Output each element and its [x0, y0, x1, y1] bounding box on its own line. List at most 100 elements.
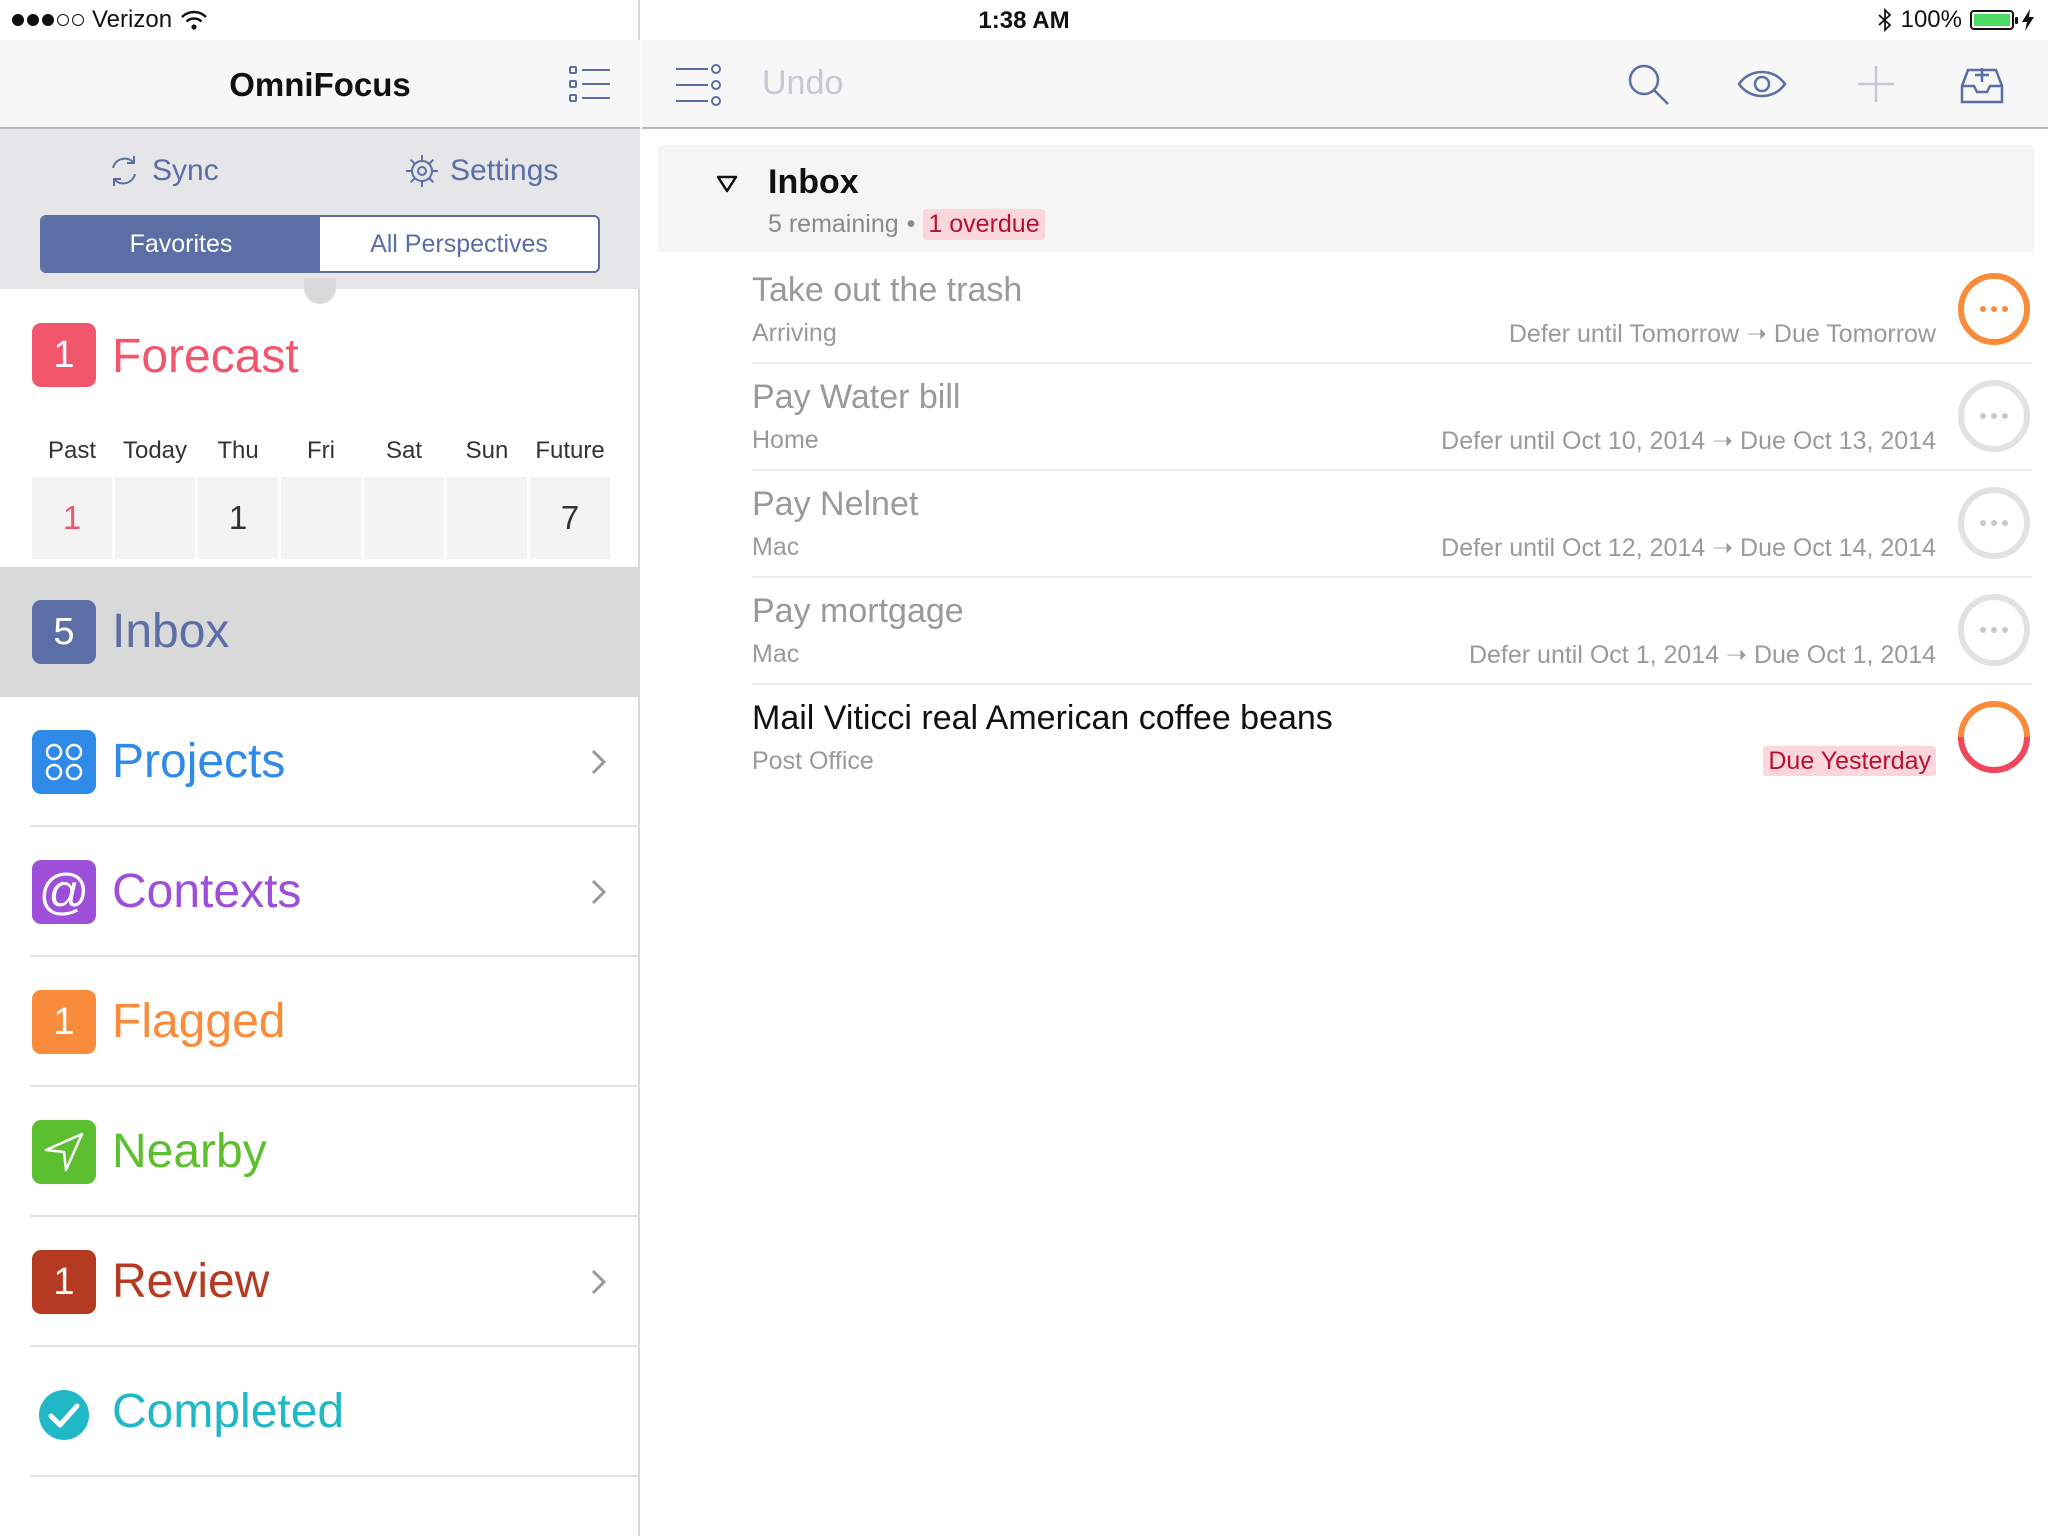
- task-dates: Defer until Oct 10, 2014 ➝ Due Oct 13, 2…: [1441, 427, 1936, 455]
- task-context: Post Office: [752, 747, 874, 775]
- task-title: Pay mortgage: [752, 592, 964, 630]
- forecast-day-future[interactable]: Future 7: [530, 431, 610, 559]
- chevron-right-icon: [591, 1269, 607, 1295]
- chevron-right-icon: [591, 879, 607, 905]
- signal-strength-icon: [12, 14, 84, 26]
- day-name: Fri: [307, 437, 335, 464]
- task-title: Pay Nelnet: [752, 485, 919, 523]
- sidebar-item-contexts[interactable]: @ Contexts: [0, 827, 640, 957]
- location-arrow-icon: [32, 1120, 96, 1184]
- status-right: 100%: [1877, 6, 2034, 34]
- day-name: Future: [535, 437, 605, 464]
- sync-label: Sync: [152, 154, 219, 187]
- plus-icon[interactable]: [1852, 60, 1900, 108]
- carrier-info: Verizon: [12, 6, 208, 34]
- day-count: [364, 477, 444, 559]
- day-count: [281, 477, 361, 559]
- gear-icon: [406, 155, 438, 187]
- sidebar-navbar: OmniFocus: [0, 40, 640, 129]
- day-name: Past: [47, 437, 97, 464]
- sidebar-item-review[interactable]: 1 Review: [0, 1217, 640, 1347]
- sidebar-item-label: Nearby: [112, 1125, 267, 1178]
- inbox-add-icon[interactable]: [1958, 60, 2006, 108]
- sync-icon: [112, 156, 136, 186]
- day-count: [115, 477, 195, 559]
- status-bar: Verizon 1:38 AM 100%: [0, 0, 2048, 40]
- sidebar-item-nearby[interactable]: Nearby: [0, 1087, 640, 1217]
- day-count: 1: [198, 477, 278, 559]
- at-sign-icon: @: [32, 860, 96, 924]
- sidebar-item-completed[interactable]: Completed: [0, 1347, 640, 1477]
- task-status-circle-icon[interactable]: [1956, 699, 2032, 775]
- forecast-day-fri[interactable]: Fri: [281, 431, 361, 559]
- sidebar-item-label: Projects: [112, 735, 286, 788]
- segment-favorites[interactable]: Favorites: [42, 217, 320, 271]
- task-row[interactable]: Pay Nelnet Mac Defer until Oct 12, 2014 …: [752, 471, 2048, 578]
- forecast-day-sat[interactable]: Sat: [364, 431, 444, 559]
- due-badge: Due Yesterday: [1763, 746, 1936, 776]
- task-dates: Defer until Oct 12, 2014 ➝ Due Oct 14, 2…: [1441, 534, 1936, 562]
- eye-icon[interactable]: [1736, 60, 1788, 108]
- forecast-day-sun[interactable]: Sun: [447, 431, 527, 559]
- task-status-circle-icon[interactable]: [1956, 271, 2032, 347]
- perspective-segmented-control: Favorites All Perspectives: [40, 215, 600, 273]
- sidebar-controls: Sync Settings Favorites All Perspectives: [0, 129, 640, 289]
- perspective-list-icon[interactable]: [568, 64, 612, 104]
- inbox-badge: 5: [32, 600, 96, 664]
- view-options-icon[interactable]: [674, 64, 722, 106]
- task-title: Take out the trash: [752, 271, 1023, 309]
- task-status-circle-icon[interactable]: [1956, 378, 2032, 454]
- sidebar-item-label: Review: [112, 1255, 270, 1308]
- divider: [30, 1475, 640, 1477]
- bullet-separator: •: [906, 210, 916, 238]
- forecast-day-past[interactable]: Past 1: [32, 431, 112, 559]
- overdue-badge: 1 overdue: [923, 209, 1045, 240]
- day-name: Today: [122, 437, 188, 464]
- sync-button[interactable]: Sync: [106, 149, 219, 193]
- chevron-right-icon: [591, 749, 607, 775]
- task-row[interactable]: Take out the trash Arriving Defer until …: [752, 257, 2048, 364]
- sidebar-item-inbox[interactable]: 5 Inbox: [0, 567, 640, 697]
- sidebar-item-projects[interactable]: Projects: [0, 697, 640, 827]
- battery-icon: [1970, 10, 2018, 30]
- main-pane: Undo Inbox 5 remaining • 1 overdue Take …: [642, 0, 2048, 1536]
- app-title: OmniFocus: [229, 66, 411, 103]
- sidebar: OmniFocus Sync Settings Favorites All Pe…: [0, 0, 640, 1536]
- sidebar-item-forecast[interactable]: 1 Forecast Past 1 Today Thu 1 Fri Sat Su…: [0, 289, 640, 567]
- review-badge: 1: [32, 1250, 96, 1314]
- forecast-badge: 1: [32, 323, 96, 387]
- day-name: Sun: [465, 437, 509, 464]
- task-row[interactable]: Pay Water bill Home Defer until Oct 10, …: [752, 364, 2048, 471]
- day-count: 1: [32, 477, 112, 559]
- search-icon[interactable]: [1624, 60, 1672, 108]
- day-name: Sat: [385, 437, 423, 464]
- clock: 1:38 AM: [978, 7, 1070, 34]
- inbox-group-header[interactable]: Inbox 5 remaining • 1 overdue: [658, 145, 2034, 252]
- task-context: Mac: [752, 640, 800, 668]
- day-count: [447, 477, 527, 559]
- task-row[interactable]: Mail Viticci real American coffee beans …: [752, 685, 2048, 792]
- forecast-day-today[interactable]: Today: [115, 431, 195, 559]
- task-dates: Due Yesterday: [1763, 746, 1936, 776]
- forecast-day-thu[interactable]: Thu 1: [198, 431, 278, 559]
- remaining-count: 5 remaining: [768, 210, 899, 238]
- inbox-summary: 5 remaining • 1 overdue: [768, 209, 1045, 240]
- sidebar-item-flagged[interactable]: 1 Flagged: [0, 957, 640, 1087]
- projects-icon: [32, 730, 96, 794]
- task-context: Arriving: [752, 319, 837, 347]
- task-status-circle-icon[interactable]: [1956, 592, 2032, 668]
- disclosure-triangle-icon[interactable]: [716, 175, 738, 193]
- segment-all-perspectives[interactable]: All Perspectives: [320, 217, 598, 271]
- sidebar-item-label: Contexts: [112, 865, 302, 918]
- task-dates: Defer until Tomorrow ➝ Due Tomorrow: [1508, 320, 1936, 348]
- task-row[interactable]: Pay mortgage Mac Defer until Oct 1, 2014…: [752, 578, 2048, 685]
- day-name: Thu: [217, 437, 259, 464]
- task-status-circle-icon[interactable]: [1956, 485, 2032, 561]
- undo-button[interactable]: Undo: [762, 64, 843, 103]
- inbox-title: Inbox: [768, 163, 859, 201]
- task-context: Mac: [752, 533, 800, 561]
- settings-button[interactable]: Settings: [404, 149, 558, 193]
- flagged-badge: 1: [32, 990, 96, 1054]
- sidebar-item-label: Inbox: [112, 605, 230, 658]
- task-title: Mail Viticci real American coffee beans: [752, 699, 1333, 737]
